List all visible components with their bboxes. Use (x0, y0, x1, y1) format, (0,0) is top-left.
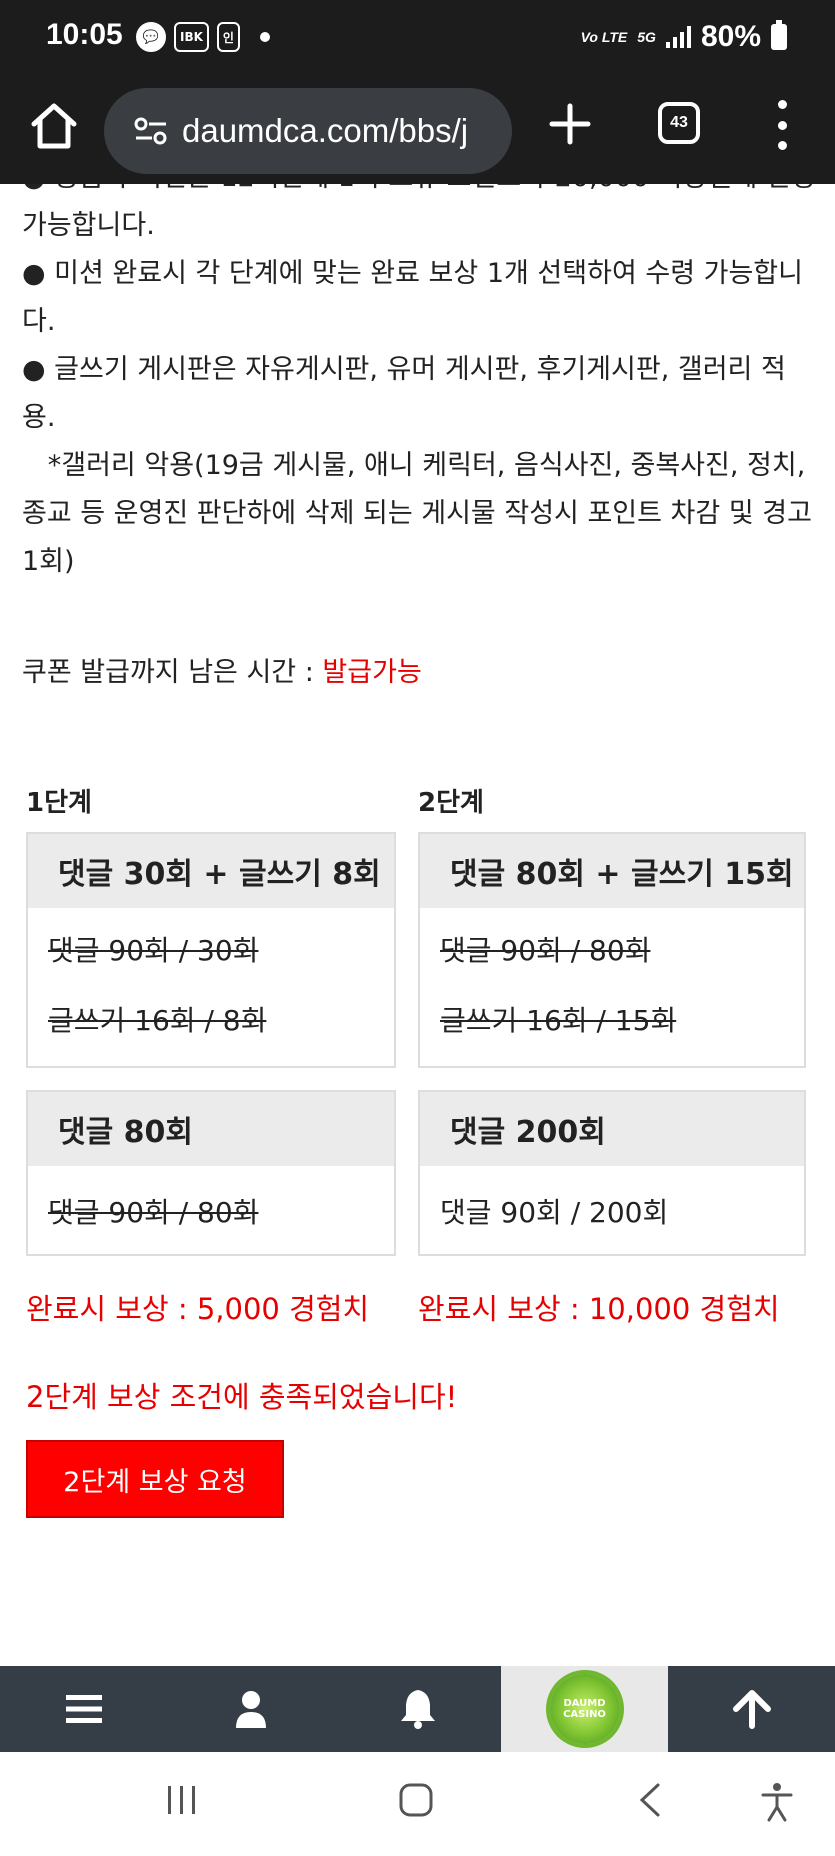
chat-icon: 💬 (136, 22, 166, 52)
more-notifications-dot-icon (259, 32, 270, 42)
stage-1-reward: 완료시 보상 : 5,000 경험치 (26, 1292, 370, 1326)
address-bar[interactable]: daumdca.com/bbs/j (104, 88, 512, 174)
home-button-icon[interactable] (398, 1782, 434, 1818)
stage-1-option-b: 댓글 80회 댓글 90회 / 80회 (26, 1090, 396, 1256)
rule-item: ● 글쓰기 게시판은 자유게시판, 유머 게시판, 후기게시판, 갤러리 적용. (22, 354, 786, 433)
hamburger-icon (65, 1695, 102, 1723)
request-reward-button[interactable]: 2단계 보상 요청 (26, 1440, 284, 1518)
system-navigation-bar (0, 1752, 835, 1856)
rule-item: *갤러리 악용(19금 게시물, 애니 케릭터, 음식사진, 중복사진, 정치,… (22, 450, 821, 577)
browser-menu-icon[interactable] (770, 100, 794, 150)
eligibility-notice: 2단계 보상 조건에 충족되었습니다! (26, 1380, 458, 1414)
stage-1-option-b-progress: 댓글 90회 / 80회 (48, 1196, 259, 1229)
stage-2-option-b-progress: 댓글 90회 / 200회 (440, 1196, 669, 1229)
clock: 10:05 (46, 18, 123, 51)
battery-icon (771, 20, 787, 50)
recent-apps-icon[interactable] (164, 1782, 200, 1818)
accessibility-icon[interactable] (760, 1782, 794, 1822)
stage-1-comment-progress: 댓글 90회 / 30회 (48, 934, 259, 967)
stage-2-option-b-header: 댓글 200회 (420, 1092, 804, 1166)
stage-2-title: 2단계 (418, 788, 484, 818)
stage-2-option-a: 댓글 80회 + 글쓰기 15회 댓글 90회 / 80회 글쓰기 16회 / … (418, 832, 806, 1068)
coupon-countdown: 쿠폰 발급까지 남은 시간 : 발급가능 (22, 650, 422, 689)
browser-toolbar: daumdca.com/bbs/j 43 (0, 80, 835, 184)
stage-2-post-progress: 글쓰기 16회 / 15회 (440, 1004, 677, 1037)
scroll-top-button[interactable] (668, 1666, 835, 1752)
url-text: daumdca.com/bbs/j (182, 112, 469, 149)
profile-nav-button[interactable] (167, 1666, 334, 1752)
stage-2-reward: 완료시 보상 : 10,000 경험치 (418, 1292, 780, 1326)
stage-2-option-a-header: 댓글 80회 + 글쓰기 15회 (420, 834, 804, 908)
status-bar: 10:05 💬 IBK 인 Vo LTE 5G 80% (0, 0, 835, 80)
arrow-up-icon (732, 1690, 771, 1729)
stage-1-option-b-header: 댓글 80회 (28, 1092, 394, 1166)
5g-icon: 5G (637, 29, 656, 45)
user-icon (235, 1691, 266, 1728)
notification-icons: 💬 IBK 인 (136, 22, 270, 52)
rule-item: ● 중급자 미션은 12시간에 1회 보유 포인트가 20,000 이상일때 신… (22, 184, 815, 241)
home-icon[interactable] (28, 100, 80, 152)
casino-nav-button[interactable]: DAUMD CASINO (501, 1666, 668, 1752)
volte-icon: Vo LTE (580, 29, 628, 45)
stage-1-option-a-header: 댓글 30회 + 글쓰기 8회 (28, 834, 394, 908)
signal-icon (665, 26, 691, 48)
daumd-casino-logo: DAUMD CASINO (549, 1674, 620, 1744)
new-tab-icon[interactable] (548, 102, 592, 146)
site-bottom-nav: DAUMD CASINO (0, 1666, 835, 1752)
coupon-status: 발급가능 (322, 657, 422, 688)
page-content: ● 중급자 미션은 12시간에 1회 보유 포인트가 20,000 이상일때 신… (0, 184, 835, 1666)
stage-1-title: 1단계 (26, 788, 92, 818)
tab-switcher-button[interactable]: 43 (658, 102, 700, 144)
stage-1-post-progress: 글쓰기 16회 / 8회 (48, 1004, 267, 1037)
coupon-countdown-label: 쿠폰 발급까지 남은 시간 : (22, 657, 323, 688)
stage-2-option-b: 댓글 200회 댓글 90회 / 200회 (418, 1090, 806, 1256)
battery-percent: 80% (700, 20, 761, 53)
ibk-icon: IBK (174, 22, 209, 52)
system-icons: Vo LTE 5G 80% (581, 20, 787, 54)
mission-rules: ● 중급자 미션은 12시간에 1회 보유 포인트가 20,000 이상일때 신… (22, 184, 817, 586)
menu-nav-button[interactable] (0, 1666, 167, 1752)
bell-icon (400, 1690, 435, 1729)
stage-1-option-a: 댓글 30회 + 글쓰기 8회 댓글 90회 / 30회 글쓰기 16회 / 8… (26, 832, 396, 1068)
stage-2-comment-progress: 댓글 90회 / 80회 (440, 934, 651, 967)
site-settings-icon[interactable] (134, 116, 168, 146)
rule-item: ● 미션 완료시 각 단계에 맞는 완료 보상 1개 선택하여 수령 가능합니다… (22, 258, 803, 337)
back-icon[interactable] (636, 1782, 664, 1818)
app-icon: 인 (216, 22, 240, 52)
notifications-nav-button[interactable] (334, 1666, 501, 1752)
